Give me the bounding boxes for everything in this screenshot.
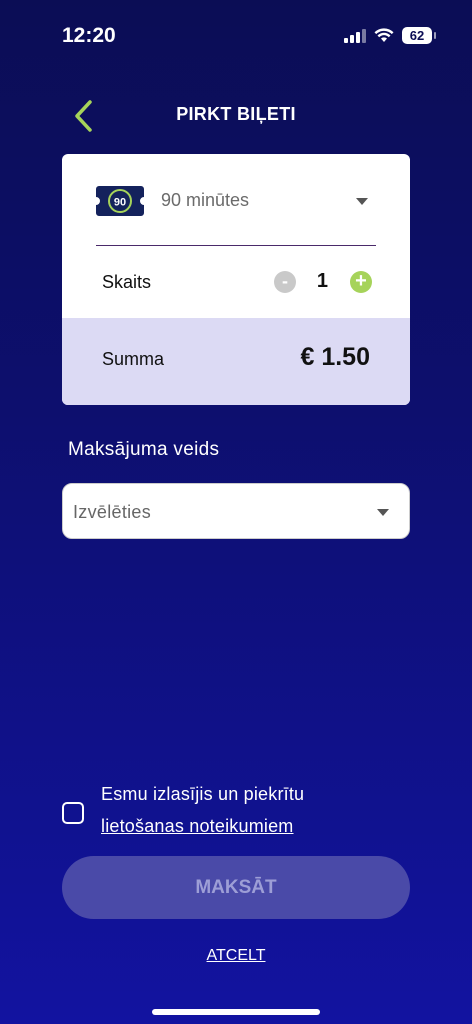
payment-method-select[interactable]: Izvēlēties — [62, 483, 410, 539]
status-icons: 62 — [344, 27, 436, 44]
ticket-card: 90 90 minūtes Skaits - 1 + Summa € 1.50 — [62, 154, 410, 405]
terms-link[interactable]: lietošanas noteikumiem — [101, 816, 294, 837]
ticket-icon: 90 — [96, 186, 144, 216]
terms-text: Esmu izlasījis un piekrītu — [101, 784, 305, 804]
cellular-signal-icon — [344, 28, 366, 43]
wifi-icon — [374, 28, 394, 42]
header: PIRKT BIĻETI — [0, 90, 472, 140]
battery-level: 62 — [409, 28, 425, 43]
quantity-value: 1 — [316, 270, 328, 292]
terms-checkbox[interactable] — [62, 802, 84, 824]
ticket-type-dropdown[interactable]: 90 90 minūtes — [96, 176, 376, 246]
status-bar: 12:20 62 — [0, 0, 472, 72]
quantity-stepper: Skaits - 1 + — [102, 266, 372, 302]
cancel-link[interactable]: ATCELT — [0, 947, 472, 965]
home-indicator — [152, 1009, 320, 1015]
payment-method-placeholder: Izvēlēties — [73, 502, 152, 522]
summary-row: Summa € 1.50 — [62, 318, 410, 405]
payment-method-label: Maksājuma veids — [68, 439, 220, 460]
caret-down-icon — [356, 198, 368, 205]
ticket-icon-label: 90 — [114, 197, 126, 209]
pay-button[interactable]: MAKSĀT — [62, 856, 410, 919]
battery-icon: 62 — [402, 27, 436, 44]
decrement-button[interactable]: - — [274, 271, 296, 293]
status-time: 12:20 — [62, 24, 116, 47]
terms-agreement: Esmu izlasījis un piekrītu lietošanas no… — [62, 782, 412, 842]
summary-value: € 1.50 — [300, 343, 370, 371]
caret-down-icon — [377, 509, 389, 516]
summary-label: Summa — [102, 349, 165, 369]
increment-button[interactable]: + — [350, 271, 372, 293]
ticket-type-label: 90 minūtes — [161, 190, 250, 210]
quantity-label: Skaits — [102, 272, 152, 292]
page-title: PIRKT BIĻETI — [176, 104, 296, 124]
